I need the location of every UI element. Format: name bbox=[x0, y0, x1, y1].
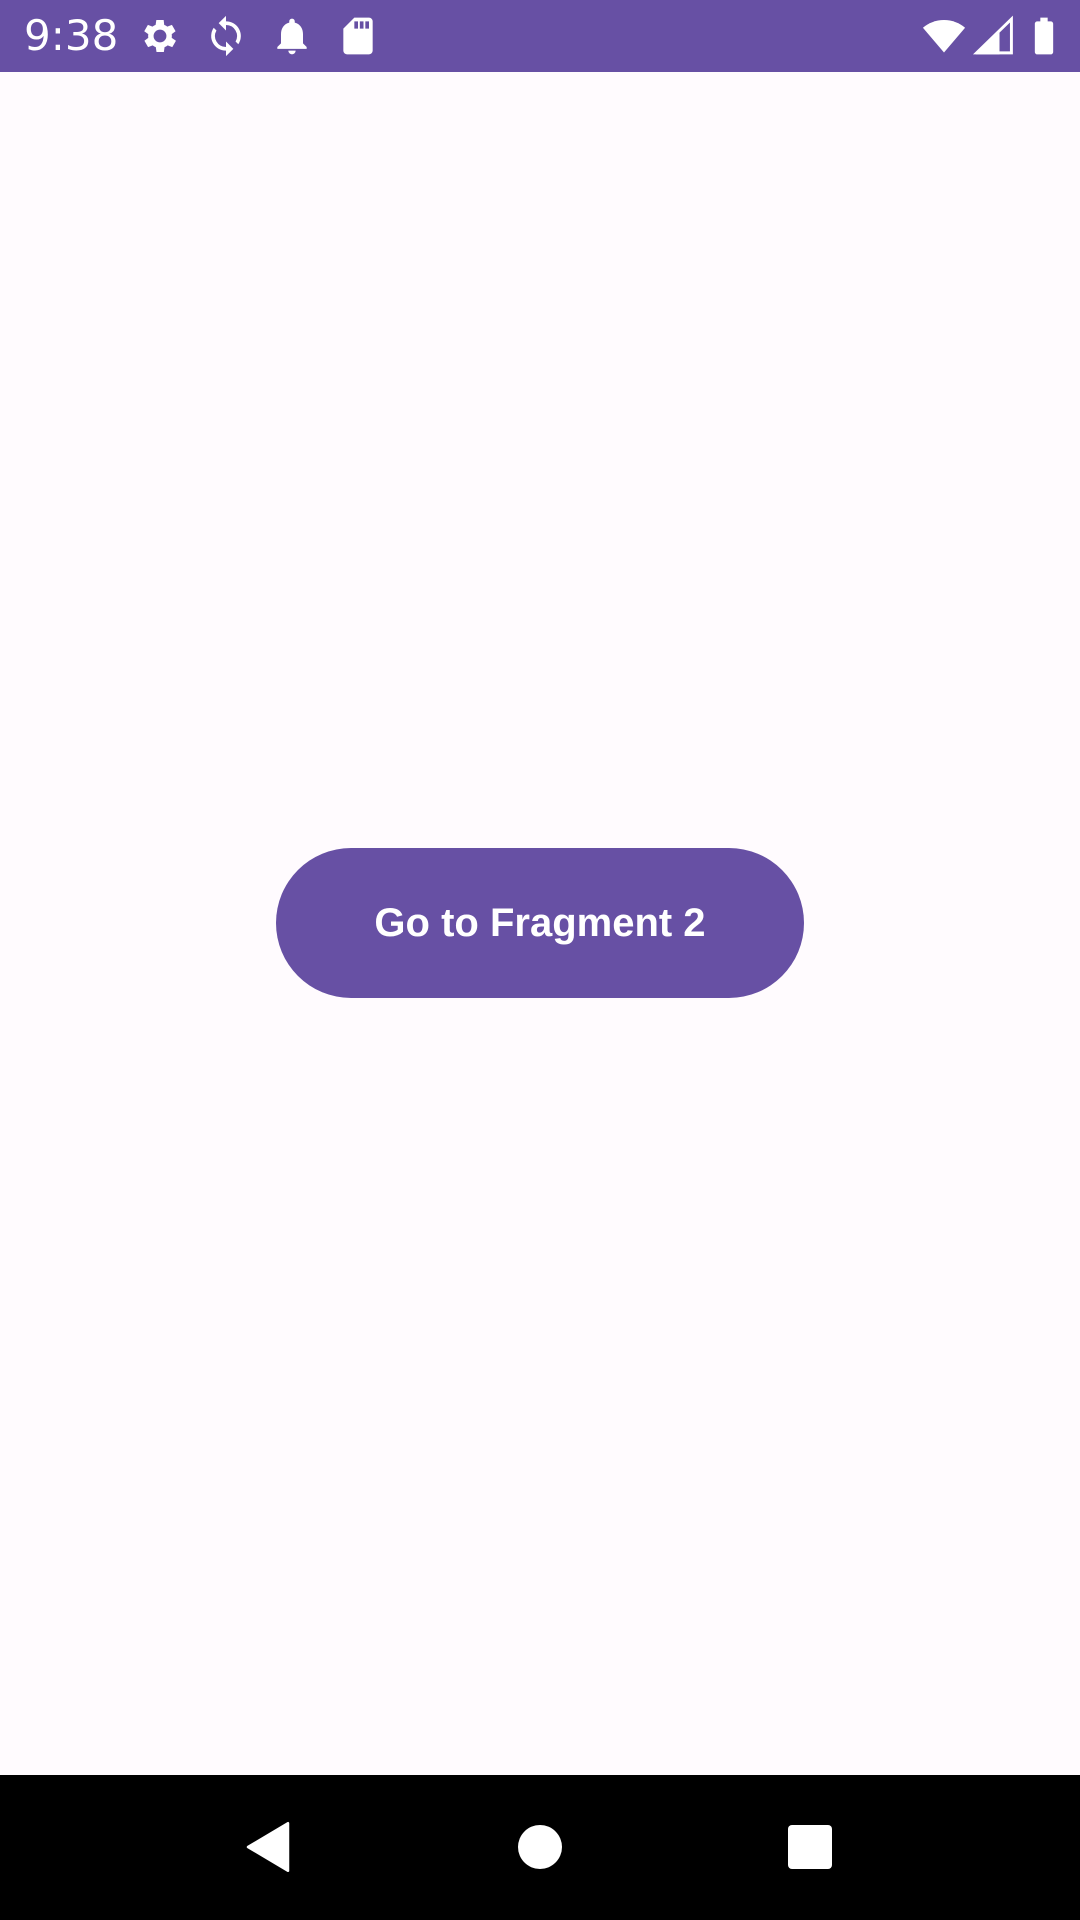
status-clock: 9:38 bbox=[24, 11, 119, 60]
recents-icon[interactable] bbox=[760, 1797, 860, 1897]
cellular-signal-icon bbox=[972, 14, 1016, 58]
notification-bell-icon bbox=[270, 14, 314, 58]
sync-icon bbox=[204, 14, 248, 58]
app-screen: 9:38 Go to Fragment 2 bbox=[0, 0, 1080, 1920]
fragment-content: Go to Fragment 2 bbox=[0, 72, 1080, 1775]
navigation-bar bbox=[0, 1775, 1080, 1920]
sd-card-icon bbox=[336, 14, 380, 58]
wifi-icon bbox=[922, 14, 966, 58]
go-to-fragment-2-button[interactable]: Go to Fragment 2 bbox=[276, 848, 804, 998]
settings-icon bbox=[138, 14, 182, 58]
status-bar: 9:38 bbox=[0, 0, 1080, 72]
home-icon[interactable] bbox=[490, 1797, 590, 1897]
back-icon[interactable] bbox=[218, 1797, 318, 1897]
battery-icon bbox=[1022, 14, 1066, 58]
